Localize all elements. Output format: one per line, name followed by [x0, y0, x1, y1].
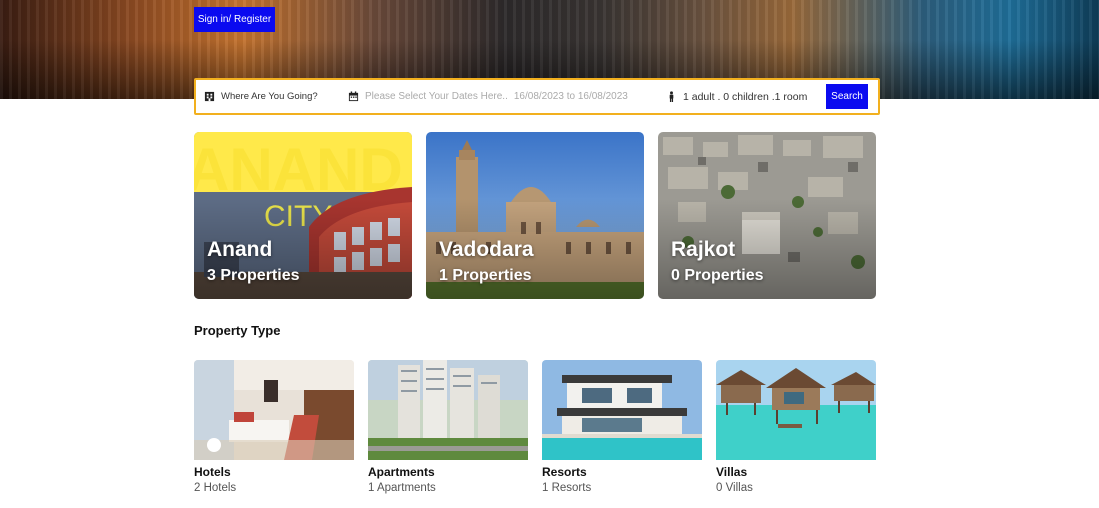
guests-value: 1 adult . 0 children .1 room [683, 90, 808, 103]
destination-label: Where Are You Going? [221, 91, 318, 102]
signin-register-button[interactable]: Sign in/ Register [194, 7, 275, 32]
city-property-count: 3 Properties [207, 267, 300, 284]
dates-value: 16/08/2023 to 16/08/2023 [513, 91, 628, 102]
city-property-count: 1 Properties [439, 267, 532, 284]
property-type-name: Villas [716, 465, 748, 479]
apartments-image [368, 360, 528, 460]
property-type-name: Apartments [368, 465, 435, 479]
property-type-apartments[interactable]: Apartments 1 Apartments [368, 360, 528, 494]
search-button[interactable]: Search [826, 84, 868, 109]
building-icon [204, 91, 215, 102]
person-icon [669, 91, 674, 102]
property-type-name: Resorts [542, 465, 587, 479]
property-type-count: 0 Villas [716, 482, 753, 494]
property-type-villas[interactable]: Villas 0 Villas [716, 360, 876, 494]
property-type-heading: Property Type [194, 323, 281, 338]
city-card-vadodara[interactable]: Vadodara 1 Properties [426, 132, 644, 299]
property-type-count: 1 Resorts [542, 482, 592, 494]
city-card-anand[interactable]: ANAND CITY Anand 3 Properties [194, 132, 412, 299]
property-type-hotels[interactable]: Hotels 2 Hotels [194, 360, 354, 494]
city-name: Rajkot [671, 238, 736, 261]
resorts-image [542, 360, 702, 460]
guests-field[interactable]: 1 adult . 0 children .1 room [666, 91, 822, 103]
destination-field[interactable]: Where Are You Going? [204, 91, 344, 102]
property-type-count: 2 Hotels [194, 482, 237, 494]
property-type-count: 1 Apartments [368, 482, 436, 494]
dates-field[interactable]: Please Select Your Dates Here.. 16/08/20… [348, 91, 666, 102]
city-name: Vadodara [439, 238, 534, 261]
property-type-name: Hotels [194, 465, 231, 479]
calendar-icon [348, 91, 359, 102]
city-property-count: 0 Properties [671, 267, 764, 284]
city-name: Anand [207, 238, 273, 261]
villas-image [716, 360, 876, 460]
hotels-image [194, 360, 354, 460]
search-bar: Where Are You Going? Please Select Your … [194, 78, 880, 115]
dates-placeholder: Please Select Your Dates Here.. [365, 91, 508, 102]
city-card-rajkot[interactable]: Rajkot 0 Properties [658, 132, 876, 299]
property-type-resorts[interactable]: Resorts 1 Resorts [542, 360, 702, 494]
